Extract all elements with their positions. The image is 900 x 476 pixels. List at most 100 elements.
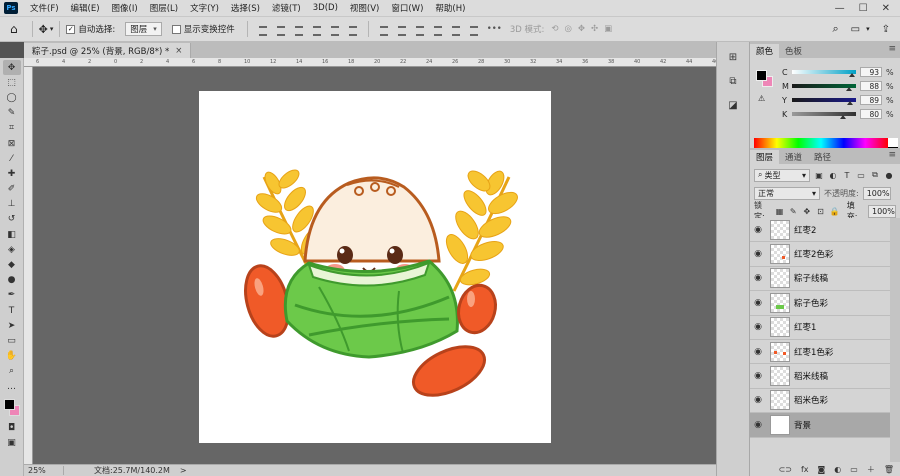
- crop-tool-icon[interactable]: ⌗: [3, 121, 21, 136]
- quick-select-tool-icon[interactable]: ✎: [3, 106, 21, 121]
- align-left-icon[interactable]: [311, 24, 323, 36]
- maximize-button[interactable]: ☐: [859, 3, 868, 14]
- path-selection-tool-icon[interactable]: ➤: [3, 318, 21, 333]
- distribute-top-icon[interactable]: [378, 24, 390, 36]
- channel-k-knob[interactable]: [840, 115, 846, 119]
- healing-brush-tool-icon[interactable]: ✚: [3, 166, 21, 181]
- layer-name[interactable]: 红枣1色彩: [794, 346, 833, 358]
- document-tab[interactable]: 粽子.psd @ 25% (背景, RGB/8*) * ×: [24, 43, 192, 58]
- menu-layer[interactable]: 图层(L): [144, 2, 184, 14]
- trash-icon[interactable]: 🗑: [884, 465, 894, 474]
- zoom-level[interactable]: 25%: [24, 466, 64, 475]
- auto-select-dropdown[interactable]: 图层 ▾: [125, 22, 162, 36]
- properties-panel-icon[interactable]: ⧉: [722, 72, 744, 90]
- link-layers-icon[interactable]: ⊂⊃: [779, 465, 792, 474]
- channel-c-knob[interactable]: [849, 73, 855, 77]
- layer-name[interactable]: 红枣2: [794, 224, 816, 236]
- eye-icon[interactable]: ◉: [750, 249, 766, 259]
- close-icon[interactable]: ×: [175, 46, 182, 56]
- frame-tool-icon[interactable]: ⊠: [3, 136, 21, 151]
- distribute-center-icon[interactable]: [396, 24, 408, 36]
- eye-icon[interactable]: ◉: [750, 273, 766, 283]
- align-vertical-center-icon[interactable]: [275, 24, 287, 36]
- channel-m-slider[interactable]: [792, 84, 856, 91]
- adjustment-layer-icon[interactable]: ◐: [834, 465, 841, 474]
- align-top-icon[interactable]: [257, 24, 269, 36]
- layer-row[interactable]: ◉ 红枣1: [750, 315, 890, 340]
- lock-transparency-icon[interactable]: ▦: [775, 206, 784, 216]
- eye-icon[interactable]: ◉: [750, 322, 766, 332]
- hand-tool-icon[interactable]: ✋: [3, 349, 21, 364]
- panel-menu-icon[interactable]: ≡: [888, 44, 896, 54]
- more-options-icon[interactable]: •••: [487, 24, 502, 34]
- filter-type-icon[interactable]: T: [842, 170, 852, 180]
- distribute-bottom-icon[interactable]: [414, 24, 426, 36]
- color-swatch-pair[interactable]: [756, 70, 774, 88]
- layer-row[interactable]: ◉ 稻米色彩: [750, 388, 890, 414]
- foreground-color-swatch[interactable]: [3, 399, 15, 411]
- layer-row-selected[interactable]: ◉ 背景: [750, 413, 890, 438]
- chevron-down-icon[interactable]: ▾: [866, 25, 870, 33]
- menu-image[interactable]: 图像(I): [106, 2, 144, 14]
- layer-row[interactable]: ◉ 红枣2色彩: [750, 242, 890, 267]
- channel-y-value[interactable]: 89: [860, 95, 882, 105]
- menu-type[interactable]: 文字(Y): [184, 2, 225, 14]
- layer-list-scrollbar[interactable]: [890, 218, 900, 462]
- tab-swatches[interactable]: 色板: [779, 44, 808, 58]
- lasso-tool-icon[interactable]: ◯: [3, 90, 21, 105]
- menu-help[interactable]: 帮助(H): [429, 2, 471, 14]
- channel-k-slider[interactable]: [792, 112, 856, 119]
- tab-layers[interactable]: 图层: [750, 150, 780, 164]
- channel-m-value[interactable]: 88: [860, 81, 882, 91]
- distribute-right-icon[interactable]: [468, 24, 480, 36]
- layer-row[interactable]: ◉ 稻米线稿: [750, 364, 890, 389]
- panel-menu-icon[interactable]: ≡: [888, 150, 896, 160]
- canvas-area[interactable]: [33, 67, 716, 464]
- foreground-color-swatch[interactable]: [756, 70, 767, 81]
- show-transform-checkbox[interactable]: [171, 24, 181, 34]
- screen-mode-icon[interactable]: ▣: [3, 435, 21, 450]
- lock-all-icon[interactable]: 🔒: [830, 206, 840, 216]
- eye-icon[interactable]: ◉: [750, 420, 766, 430]
- brush-tool-icon[interactable]: ✐: [3, 182, 21, 197]
- type-tool-icon[interactable]: T: [3, 303, 21, 318]
- filter-toggle-icon[interactable]: ●: [884, 170, 894, 180]
- quick-mask-icon[interactable]: ◘: [3, 420, 21, 435]
- blend-mode-dropdown[interactable]: 正常 ▾: [754, 186, 820, 200]
- layer-name[interactable]: 红枣2色彩: [794, 248, 833, 260]
- fill-input[interactable]: 100%: [868, 204, 896, 218]
- layer-name[interactable]: 稻米线稿: [794, 370, 828, 382]
- warning-icon[interactable]: ⚠: [758, 94, 772, 104]
- menu-edit[interactable]: 编辑(E): [65, 2, 106, 14]
- history-panel-icon[interactable]: ⊞: [722, 48, 744, 66]
- chevron-down-icon[interactable]: ▾: [50, 25, 54, 33]
- channel-y-slider[interactable]: [792, 98, 856, 105]
- layer-row[interactable]: ◉ 粽子线稿: [750, 266, 890, 292]
- filter-shape-icon[interactable]: ▭: [856, 170, 866, 180]
- align-right-icon[interactable]: [347, 24, 359, 36]
- marquee-tool-icon[interactable]: ⬚: [3, 75, 21, 90]
- filter-smart-icon[interactable]: ⧉: [870, 170, 880, 180]
- eraser-tool-icon[interactable]: ◧: [3, 227, 21, 242]
- search-icon[interactable]: ⌕: [832, 22, 838, 36]
- layer-name[interactable]: 背景: [794, 419, 811, 431]
- color-swatches[interactable]: [3, 398, 21, 420]
- menu-3d[interactable]: 3D(D): [307, 3, 344, 13]
- layer-name[interactable]: 粽子色彩: [794, 297, 828, 309]
- lock-position-icon[interactable]: ✥: [803, 206, 812, 216]
- zoom-tool-icon[interactable]: ⌕: [3, 364, 21, 379]
- fx-icon[interactable]: fx: [801, 465, 809, 474]
- history-brush-tool-icon[interactable]: ↺: [3, 212, 21, 227]
- layer-name[interactable]: 稻米色彩: [794, 394, 828, 406]
- status-menu-arrow[interactable]: >: [180, 466, 187, 475]
- dodge-tool-icon[interactable]: ●: [3, 273, 21, 288]
- auto-select-checkbox[interactable]: ✓: [66, 24, 76, 34]
- move-tool-icon[interactable]: ✥: [2, 60, 21, 76]
- opacity-input[interactable]: 100%: [862, 186, 891, 200]
- pen-tool-icon[interactable]: ✒: [3, 288, 21, 303]
- eye-icon[interactable]: ◉: [750, 298, 766, 308]
- menu-filter[interactable]: 滤镜(T): [266, 2, 307, 14]
- clone-stamp-tool-icon[interactable]: ⊥: [3, 197, 21, 212]
- channel-c-slider[interactable]: [792, 70, 856, 77]
- layer-row[interactable]: ◉ 红枣1色彩: [750, 339, 890, 365]
